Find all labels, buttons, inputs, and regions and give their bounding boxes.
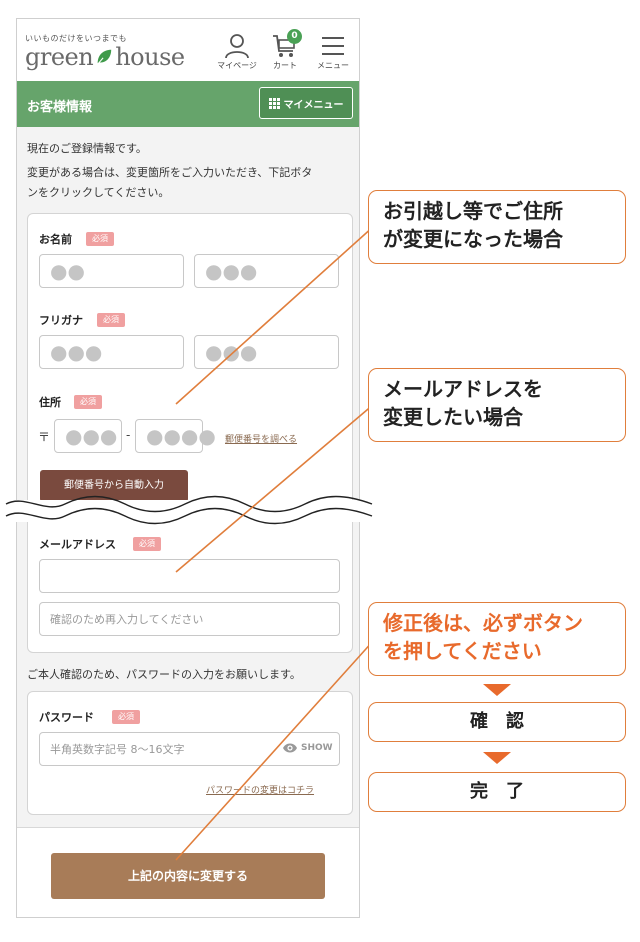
zip-dash: - [126,428,131,442]
required-badge: 必須 [86,232,114,246]
password-intro: ご本人確認のため、パスワードの入力をお願いします。 [27,668,301,681]
email-input[interactable] [39,559,340,593]
required-badge: 必須 [112,710,140,724]
callout-email-line-2: 変更したい場合 [383,405,523,429]
step-confirm: 確認 [368,702,626,742]
address-label: 住所 [39,396,61,409]
site-header: いいものだけをいつまでも green house マイページ 0 カート メニュ… [17,19,359,81]
callout-email-change: メールアドレスを 変更したい場合 [368,368,626,442]
required-badge: 必須 [74,395,102,409]
callout-submit-line-2: を押してください [383,639,542,663]
password-card: パスワード 必須 半角英数字記号 8〜16文字 SHOW パスワードの変更はコチ… [27,691,353,815]
cart-count-badge: 0 [287,29,302,44]
wave-break [0,495,380,525]
last-kana-input[interactable]: ●●● [39,335,184,369]
first-kana-input[interactable]: ●●● [194,335,339,369]
name-label: お名前 [39,233,72,246]
required-badge: 必須 [97,313,125,327]
intro-text-1: 現在のご登録情報です。 [27,142,147,155]
phone-frame: いいものだけをいつまでも green house マイページ 0 カート メニュ… [16,18,360,918]
show-label: SHOW [301,743,333,753]
arrow-down-icon [483,684,511,696]
leaf-icon [97,49,112,65]
last-name-input[interactable]: ●● [39,254,184,288]
postal-lookup-link[interactable]: 郵便番号を調べる [225,432,297,445]
menu-button[interactable]: メニュー [305,33,359,71]
password-change-link[interactable]: パスワードの変更はコチラ [206,783,314,796]
section-header: お客様情報 マイメニュー [17,81,359,127]
mymenu-label: マイメニュー [283,99,344,111]
password-label: パスワード [39,711,94,724]
required-badge: 必須 [133,537,161,551]
zip-code-2-input[interactable]: ●●●● [135,419,216,453]
callout-submit-line-1: 修正後は、必ずボタン [383,611,583,635]
logo-word-green: green [25,43,94,71]
stage: いいものだけをいつまでも green house マイページ 0 カート メニュ… [0,0,640,942]
callout-press-button: 修正後は、必ずボタン を押してください [368,602,626,676]
eye-icon [283,743,297,753]
section-title: お客様情報 [27,100,93,115]
callout-address-line-2: が変更になった場合 [383,227,563,251]
callout-email-line-1: メールアドレスを [383,377,543,401]
callout-address-change: お引越し等でご住所 が変更になった場合 [368,190,626,264]
logo-word-house: house [115,43,185,71]
mymenu-button[interactable]: マイメニュー [259,87,353,119]
hamburger-icon [322,37,344,55]
user-icon [225,34,249,59]
grid-icon [268,97,280,109]
furigana-label: フリガナ [39,314,83,327]
callout-address-line-1: お引越し等でご住所 [383,199,563,223]
profile-card: お名前 必須 ●● ●●● フリガナ 必須 ●●● ●●● 住所 必須 〒 ●●… [27,213,353,653]
postal-mark: 〒 [38,430,51,444]
email-confirm-input[interactable]: 確認のため再入力してください [39,602,340,636]
step-complete: 完了 [368,772,626,812]
show-password-toggle[interactable]: SHOW [282,742,333,754]
email-label: メールアドレス [39,538,116,551]
intro-text-2: 変更がある場合は、変更箇所をご入力いただき、下記ボタ [27,166,313,179]
zip-code-1-input[interactable]: ●●● [54,419,122,453]
first-name-input[interactable]: ●●● [194,254,339,288]
brand-logo[interactable]: いいものだけをいつまでも green house [25,33,185,70]
menu-label: メニュー [317,61,349,70]
arrow-down-icon [483,752,511,764]
logo-wordmark: green house [25,44,185,70]
submit-change-button[interactable]: 上記の内容に変更する [51,853,325,899]
intro-text-3: ンをクリックしてください。 [27,186,170,199]
